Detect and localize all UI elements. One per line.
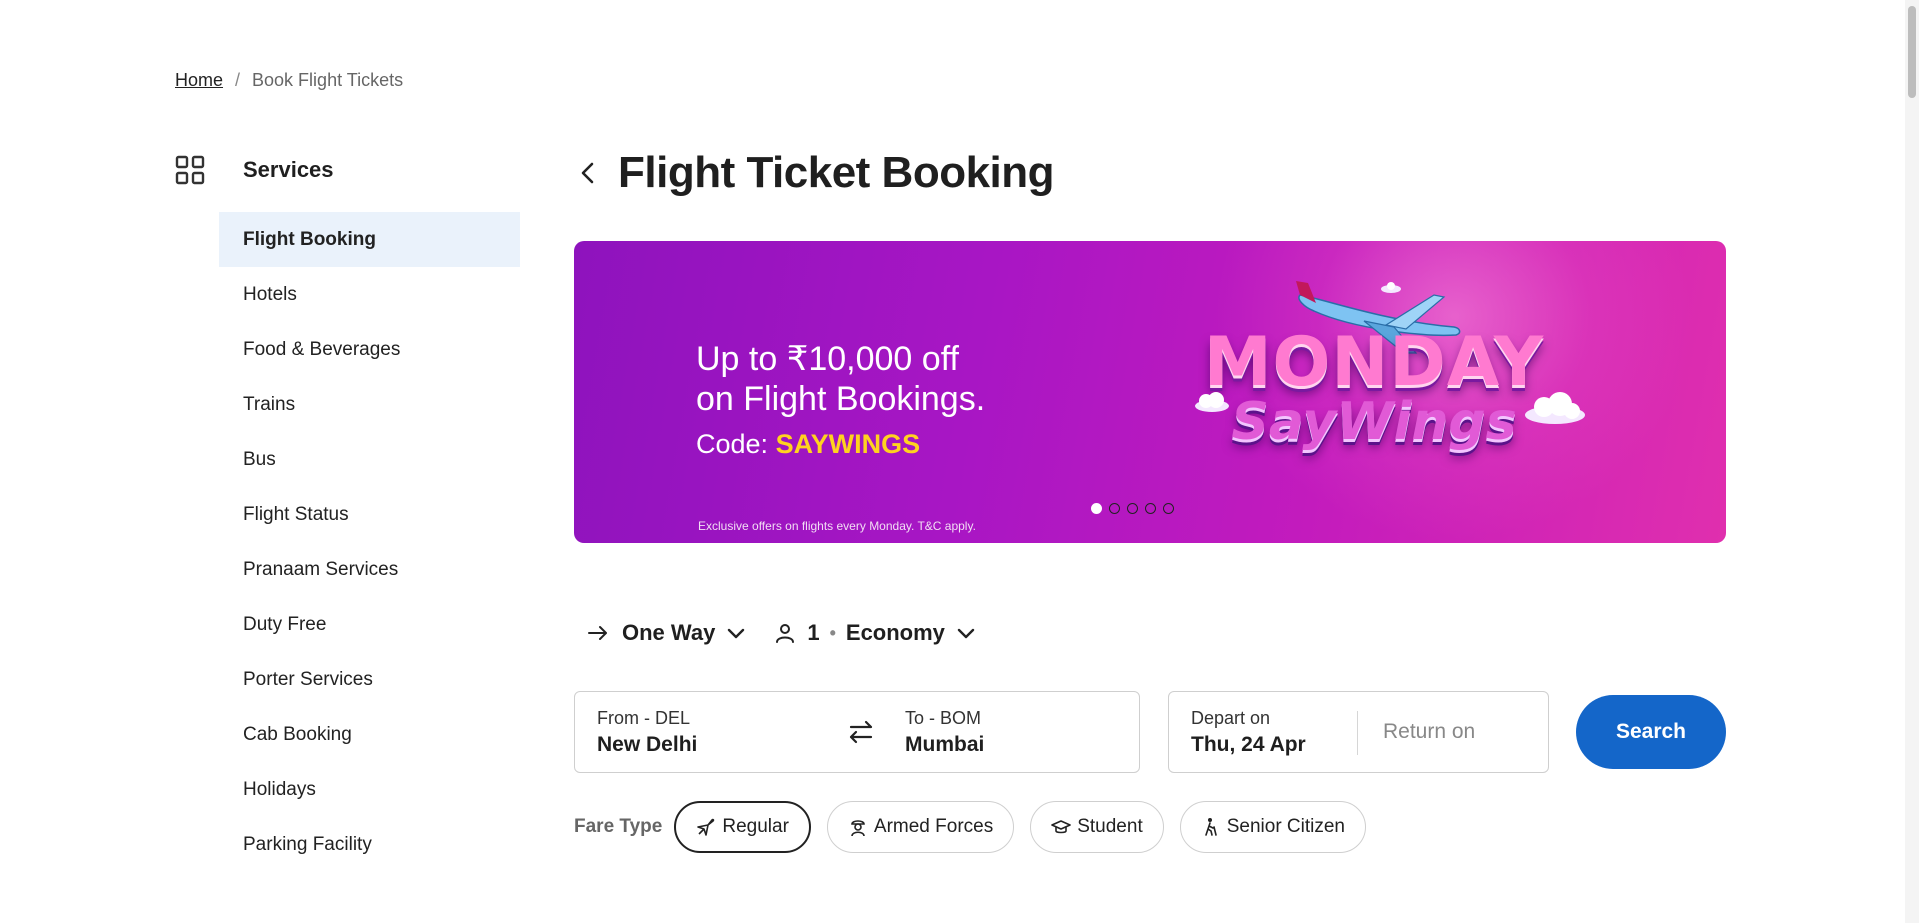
from-value: New Delhi [597, 732, 698, 756]
page-scrollbar[interactable] [1905, 0, 1919, 923]
monday-saywings-logo: MONDAY SayWings [1194, 323, 1554, 452]
trip-type-label: One Way [622, 620, 716, 645]
return-date-field[interactable]: Return on [1383, 720, 1475, 744]
cloud-icon [1525, 392, 1585, 424]
sidebar-item-holidays[interactable]: Holidays [219, 762, 520, 817]
fare-type-label: Fare Type [574, 816, 663, 837]
breadcrumb: Home / Book Flight Tickets [175, 70, 403, 91]
back-arrow-icon[interactable] [574, 159, 602, 187]
carousel-dots [1091, 503, 1174, 514]
fare-chip-regular[interactable]: Regular [674, 801, 811, 853]
fare-type-row: Fare Type Regular Armed Forces Student S… [574, 801, 1382, 853]
logo-line-2: SayWings [1231, 392, 1517, 452]
fare-chip-label: Regular [722, 816, 789, 837]
to-value: Mumbai [905, 732, 985, 756]
date-divider [1357, 711, 1358, 755]
chevron-down-icon [957, 628, 975, 639]
travellers-class-dropdown[interactable]: 1 • Economy [773, 620, 977, 646]
chevron-down-icon [728, 628, 745, 639]
promo-code: SAYWINGS [775, 429, 921, 459]
sidebar-item-parking-facility[interactable]: Parking Facility [219, 817, 520, 872]
title-row: Flight Ticket Booking [574, 148, 1726, 197]
sidebar-item-porter-services[interactable]: Porter Services [219, 652, 520, 707]
route-box: From - DEL New Delhi To - BOM Mumbai [574, 691, 1140, 773]
promo-fine-print: Exclusive offers on flights every Monday… [698, 519, 976, 533]
depart-label: Depart on [1191, 707, 1271, 728]
swap-icon[interactable] [843, 714, 879, 750]
sidebar-item-bus[interactable]: Bus [219, 432, 520, 487]
promo-banner[interactable]: Up to ₹10,000 off on Flight Bookings. Co… [574, 241, 1726, 543]
trip-options: One Way 1 • Economy [586, 620, 977, 646]
cabin-class: Economy [845, 620, 945, 645]
search-button[interactable]: Search [1576, 695, 1726, 769]
carousel-dot-2[interactable] [1109, 503, 1120, 514]
logo-line-1: MONDAY [1203, 323, 1545, 402]
promo-text: Up to ₹10,000 off on Flight Bookings. Co… [696, 339, 985, 460]
fare-chip-label: Senior Citizen [1226, 816, 1345, 837]
senior-walking-icon [1204, 818, 1217, 836]
to-field[interactable]: To - BOM Mumbai [883, 708, 984, 757]
carousel-dot-1[interactable] [1091, 503, 1102, 514]
carousel-dot-4[interactable] [1145, 503, 1156, 514]
from-label: From - DEL [597, 707, 691, 728]
plane-icon [697, 818, 715, 836]
promo-line-2: on Flight Bookings. [696, 380, 986, 418]
carousel-dot-3[interactable] [1127, 503, 1138, 514]
sidebar-item-flight-booking[interactable]: Flight Booking [219, 212, 520, 267]
services-title: Services [243, 157, 334, 182]
depart-value: Thu, 24 Apr [1191, 732, 1306, 756]
grid-icon [175, 155, 205, 185]
sidebar-item-food-beverages[interactable]: Food & Beverages [219, 322, 520, 377]
search-form: From - DEL New Delhi To - BOM Mumbai Dep… [574, 691, 1726, 773]
services-list: Flight Booking Hotels Food & Beverages T… [219, 212, 520, 872]
promo-code-label: Code: [696, 429, 776, 459]
separator-dot: • [829, 622, 836, 643]
carousel-dot-5[interactable] [1163, 503, 1174, 514]
graduation-cap-icon [1051, 820, 1072, 834]
passenger-count: 1 [807, 620, 820, 645]
depart-date-field[interactable]: Depart on Thu, 24 Apr [1169, 708, 1306, 757]
sidebar-item-cab-booking[interactable]: Cab Booking [219, 707, 520, 762]
fare-chip-label: Student [1077, 816, 1143, 837]
breadcrumb-separator: / [235, 70, 241, 90]
scrollbar-thumb[interactable] [1908, 6, 1916, 98]
fare-chip-student[interactable]: Student [1030, 801, 1164, 853]
sidebar-item-flight-status[interactable]: Flight Status [219, 487, 520, 542]
dates-box: Depart on Thu, 24 Apr Return on [1168, 691, 1549, 773]
to-label: To - BOM [905, 707, 982, 728]
page-title: Flight Ticket Booking [618, 148, 1055, 197]
cloud-icon [1195, 392, 1229, 412]
breadcrumb-current: Book Flight Tickets [252, 70, 404, 90]
breadcrumb-home-link[interactable]: Home [175, 70, 223, 91]
arrow-right-icon [588, 626, 607, 640]
sidebar-item-duty-free[interactable]: Duty Free [219, 597, 520, 652]
fare-chip-armed-forces[interactable]: Armed Forces [826, 801, 1015, 853]
soldier-icon [851, 820, 865, 837]
sidebar-item-hotels[interactable]: Hotels [219, 267, 520, 322]
sidebar-item-trains[interactable]: Trains [219, 377, 520, 432]
person-icon [776, 624, 795, 643]
main-content: Flight Ticket Booking Up to ₹10,000 off … [574, 148, 1726, 853]
sidebar-item-pranaam-services[interactable]: Pranaam Services [219, 542, 520, 597]
promo-code-line: Code: SAYWINGS [696, 429, 985, 460]
services-header: Services [175, 150, 520, 190]
services-sidebar: Services Flight Booking Hotels Food & Be… [175, 150, 520, 872]
from-field[interactable]: From - DEL New Delhi [575, 708, 697, 757]
fare-chip-label: Armed Forces [873, 816, 994, 837]
promo-line-1: Up to ₹10,000 off [696, 340, 959, 378]
fare-chip-senior-citizen[interactable]: Senior Citizen [1179, 801, 1366, 853]
trip-type-dropdown[interactable]: One Way [586, 620, 747, 646]
